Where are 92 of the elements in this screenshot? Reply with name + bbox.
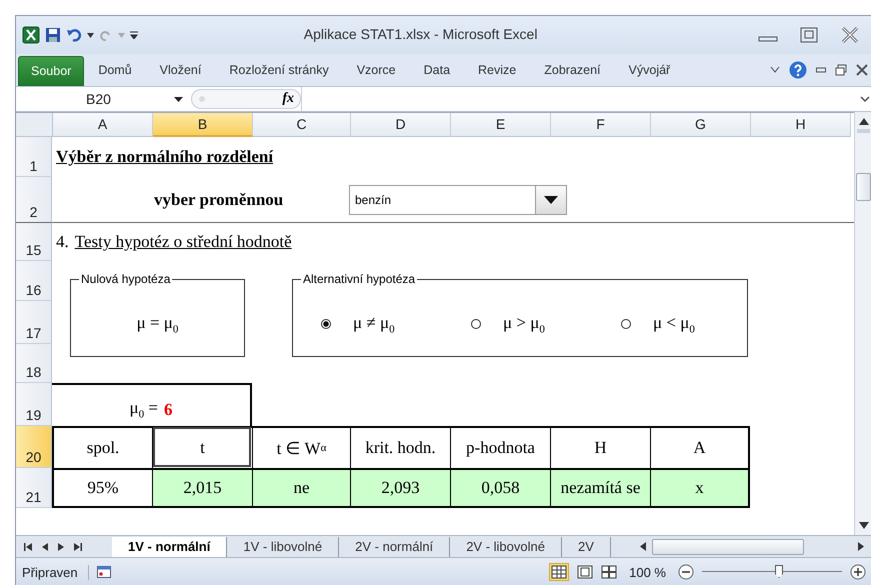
- split-handle[interactable]: [857, 129, 870, 133]
- scroll-thumb[interactable]: [856, 173, 871, 201]
- scroll-up-icon[interactable]: [858, 118, 868, 125]
- caret-icon[interactable]: [87, 32, 94, 38]
- row-header[interactable]: 18: [16, 344, 52, 383]
- name-box[interactable]: B20: [16, 87, 191, 111]
- ribbon-tab[interactable]: Vzorce: [342, 56, 410, 84]
- table-cell[interactable]: 2,093: [350, 468, 450, 506]
- zoom-slider[interactable]: [702, 564, 842, 580]
- status-text: Připraven: [22, 564, 89, 580]
- ribbon-tab[interactable]: Revize: [464, 56, 530, 84]
- scroll-thumb[interactable]: [652, 538, 804, 554]
- customize-icon[interactable]: [130, 31, 138, 39]
- scroll-left-icon[interactable]: [640, 542, 646, 551]
- table-cell[interactable]: nezamítá se: [550, 468, 650, 506]
- ribbon-tab[interactable]: Vývojář: [614, 56, 684, 84]
- next-sheet-icon[interactable]: [58, 542, 64, 550]
- radio-button[interactable]: [471, 318, 481, 329]
- row-header[interactable]: 20: [16, 426, 52, 468]
- table-header-cell[interactable]: t: [152, 426, 252, 468]
- column-header[interactable]: C: [253, 113, 351, 137]
- grip-icon: [198, 95, 206, 103]
- page-layout-icon[interactable]: [577, 565, 594, 579]
- row-header[interactable]: 19: [16, 383, 52, 426]
- scroll-down-icon[interactable]: [858, 522, 868, 529]
- ribbon-tab[interactable]: Vložení: [146, 56, 216, 84]
- file-tab[interactable]: Soubor: [18, 56, 84, 86]
- radio-button[interactable]: [621, 318, 631, 329]
- maximize-icon[interactable]: [800, 27, 818, 43]
- save-icon[interactable]: [45, 27, 61, 43]
- normal-view-icon[interactable]: [549, 563, 570, 581]
- ribbon-tab[interactable]: Rozložení stránky: [215, 56, 343, 84]
- hypothesis-option[interactable]: μ < μ$_{0}$: [621, 312, 695, 336]
- variable-label: vyber proměnnou: [154, 190, 284, 210]
- ribbon-tab[interactable]: Domů: [84, 56, 146, 84]
- column-header[interactable]: B: [153, 113, 253, 137]
- macro-record-icon[interactable]: [96, 566, 111, 578]
- excel-logo-icon[interactable]: [22, 26, 40, 44]
- restore-icon[interactable]: [835, 64, 847, 76]
- scroll-right-icon[interactable]: [858, 542, 864, 551]
- row-header[interactable]: 16: [16, 261, 52, 301]
- dropdown-button[interactable]: [535, 186, 566, 214]
- ribbon-tab[interactable]: Zobrazení: [530, 56, 615, 84]
- table-cell[interactable]: 0,058: [450, 468, 550, 506]
- row-header[interactable]: 21: [16, 468, 52, 508]
- window-title: Aplikace STAT1.xlsx - Microsoft Excel: [304, 26, 538, 42]
- table-cell[interactable]: ne: [252, 468, 350, 506]
- row-header[interactable]: 1: [16, 137, 52, 177]
- section-number: 4.: [55, 232, 69, 252]
- row-header[interactable]: 2: [16, 177, 52, 223]
- close-icon[interactable]: [840, 26, 860, 44]
- ribbon-collapse-icon[interactable]: [770, 66, 780, 74]
- row-header[interactable]: 17: [16, 301, 52, 344]
- caret-icon[interactable]: [174, 96, 183, 102]
- group-legend: Nulová hypotéza: [79, 272, 172, 286]
- help-icon[interactable]: [789, 61, 807, 79]
- row-header[interactable]: 15: [16, 223, 52, 261]
- column-header[interactable]: D: [351, 113, 451, 137]
- zoom-slider-thumb[interactable]: [775, 565, 783, 578]
- zoom-level[interactable]: 100 %: [629, 564, 666, 580]
- hypothesis-formula: μ = μ$_{0}$: [136, 312, 178, 336]
- insert-function-button[interactable]: fx: [282, 91, 294, 107]
- column-header[interactable]: A: [53, 113, 153, 137]
- column-header[interactable]: H: [751, 113, 851, 137]
- column-header[interactable]: E: [451, 113, 551, 137]
- radio-button[interactable]: [321, 318, 331, 329]
- mu0-label: μ$_{0}$ =: [130, 398, 158, 420]
- previous-sheet-icon[interactable]: [42, 542, 48, 550]
- first-sheet-icon[interactable]: [24, 542, 32, 550]
- ribbon-tab[interactable]: Data: [410, 56, 464, 84]
- zoom-out-icon[interactable]: [678, 564, 694, 580]
- table-cell[interactable]: 2,015: [152, 468, 252, 506]
- close-icon[interactable]: [856, 64, 868, 76]
- hypothesis-option[interactable]: μ > μ$_{0}$: [471, 312, 621, 336]
- sheet-title: Výběr z normálního rozdělení: [55, 147, 274, 167]
- section-title: Testy hypotéz o střední hodnotě: [74, 232, 292, 252]
- caret-icon: [544, 196, 558, 204]
- expand-icon[interactable]: [860, 96, 870, 102]
- zoom-in-icon[interactable]: [850, 564, 866, 580]
- column-header[interactable]: F: [551, 113, 651, 137]
- column-header[interactable]: G: [651, 113, 751, 137]
- last-sheet-icon[interactable]: [74, 542, 82, 550]
- mu0-value: 6: [164, 400, 172, 420]
- table-header-cell[interactable]: spol.: [52, 426, 152, 468]
- table-cell[interactable]: x: [650, 468, 750, 506]
- page-break-icon[interactable]: [601, 565, 618, 579]
- minimize-icon[interactable]: [816, 67, 826, 73]
- variable-dropdown[interactable]: benzín: [349, 184, 567, 214]
- group-legend: Alternativní hypotéza: [301, 272, 418, 286]
- hypothesis-option[interactable]: μ ≠ μ$_{0}$: [321, 312, 471, 336]
- undo-icon[interactable]: [66, 28, 82, 42]
- sheet-tab[interactable]: 1V - normální: [112, 536, 228, 556]
